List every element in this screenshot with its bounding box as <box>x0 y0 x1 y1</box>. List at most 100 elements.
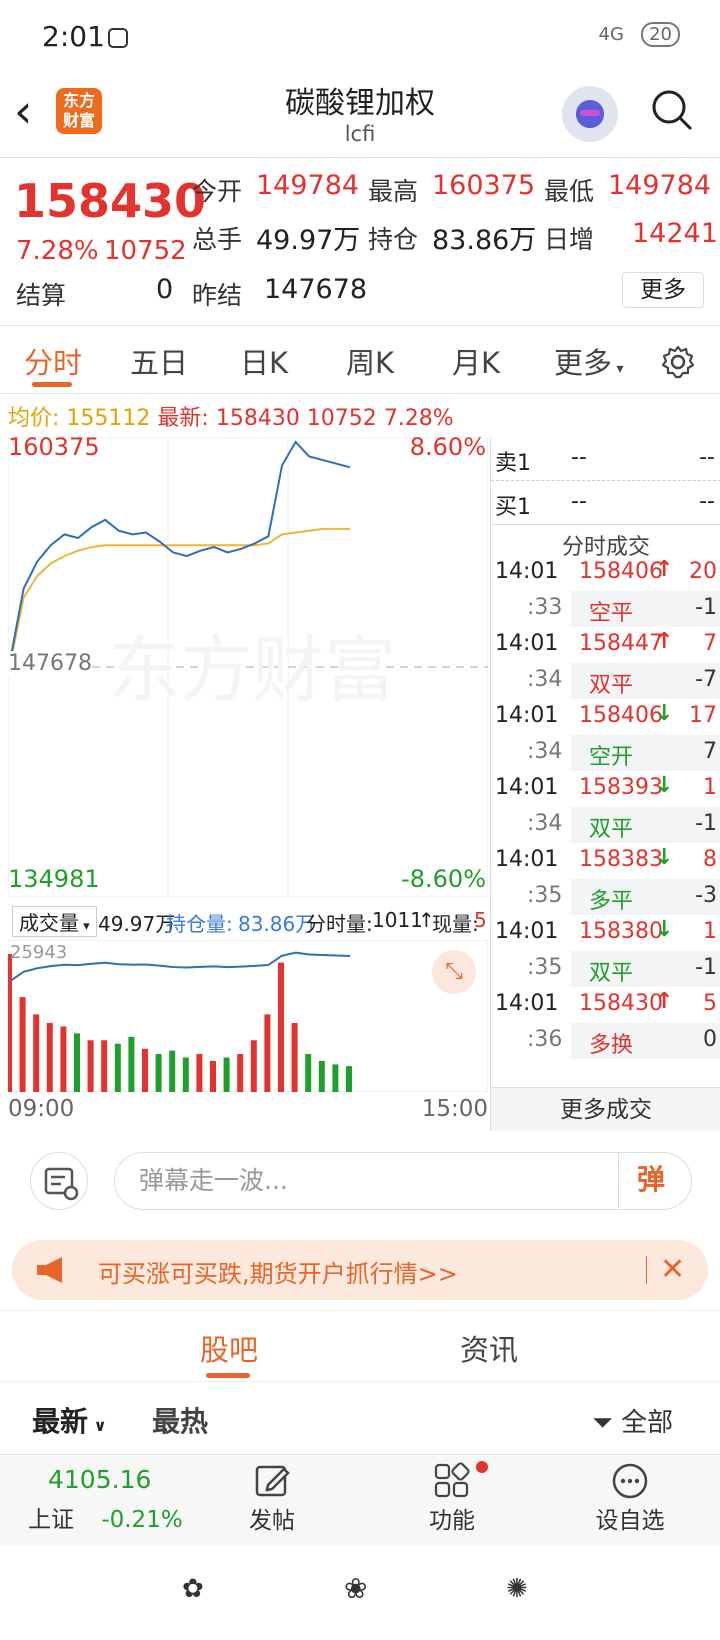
tab-more[interactable]: 更多 ▾ <box>554 340 624 382</box>
index-ticker[interactable]: 4105.16 上证 -0.21% <box>20 1465 190 1534</box>
volume-chart-svg <box>6 939 489 1093</box>
expand-icon[interactable]: ⤡ <box>432 950 476 994</box>
volume-bar <box>128 1036 135 1092</box>
tab-daily-k[interactable]: 日K <box>240 340 288 382</box>
volume-bar <box>278 962 284 1092</box>
trade-detail-row: :33 空平 -1 <box>491 591 720 628</box>
tab-news[interactable]: 资讯 <box>460 1327 518 1369</box>
add-watchlist-button[interactable]: 设自选 <box>570 1461 690 1535</box>
trade-time: 14:01 <box>495 703 559 728</box>
trade-row: 14:01 158380 ↓ 1 <box>491 915 720 952</box>
trade-delta: -1 <box>695 811 717 836</box>
trade-volume: 8 <box>703 847 717 872</box>
danmaku-input[interactable]: 弹幕走一波... <box>114 1152 692 1210</box>
change-amount: 10752 <box>104 236 187 266</box>
quote-panel: 158430 7.28% 10752 今开 149784 最高 160375 最… <box>0 158 720 326</box>
trade-second: :36 <box>527 1027 563 1052</box>
volume-selector-label: 成交量 <box>19 911 79 935</box>
filter-icon: ⏷ <box>592 1408 613 1438</box>
tab-more-label: 更多 <box>554 346 613 380</box>
trade-volume: 7 <box>703 631 717 656</box>
system-home-icon[interactable]: ❀ <box>344 1572 367 1605</box>
now-volume-label: 现量: <box>432 912 479 936</box>
system-recents-icon[interactable]: ✺ <box>506 1574 528 1604</box>
trade-type: 双平 <box>589 961 634 986</box>
intraday-price-chart[interactable]: 东方财富 160375 8.60% 147678 134981 -8.60% <box>7 433 489 898</box>
watermark: 东方财富 <box>108 628 396 712</box>
order-book-panel: 卖1 -- -- 买1 -- -- 分时成交 14:01 158406 ↑ 20:33… <box>490 437 720 1131</box>
danmaku-settings-icon[interactable] <box>30 1152 88 1210</box>
megaphone-icon <box>37 1257 62 1283</box>
lower-pct-label: -8.60% <box>401 865 486 893</box>
open-label: 今开 <box>192 177 243 206</box>
tab-weekly-k[interactable]: 周K <box>346 340 394 382</box>
trade-delta: -1 <box>695 595 717 620</box>
time-end: 15:00 <box>421 1096 488 1122</box>
danmaku-send-button[interactable]: 弹 <box>618 1152 692 1210</box>
assistant-avatar-icon[interactable] <box>562 86 618 142</box>
trade-type: 双平 <box>589 817 634 842</box>
trade-price: 158383 <box>579 847 663 872</box>
time-start: 09:00 <box>8 1096 75 1122</box>
sort-hot[interactable]: 最热 <box>152 1400 208 1440</box>
status-time: 2:01 <box>42 20 105 53</box>
mid-price-label: 147678 <box>8 651 92 676</box>
daily-inc-value: 14241 <box>632 218 718 249</box>
trade-volume: 1 <box>703 775 717 800</box>
search-icon[interactable] <box>650 88 694 132</box>
danmaku-send-label: 弹 <box>637 1163 666 1196</box>
more-trades-button[interactable]: 更多成交 <box>491 1087 720 1131</box>
settle-value: 0 <box>156 274 174 305</box>
volume-bar <box>318 1060 325 1092</box>
volume-label: 总手 <box>192 225 243 254</box>
trade-second: :34 <box>527 667 563 692</box>
post-button[interactable]: 发帖 <box>212 1461 332 1535</box>
volume-bar <box>169 1050 176 1092</box>
tab-monthly-k[interactable]: 月K <box>452 340 500 382</box>
grid-icon <box>434 1462 470 1498</box>
volume-bar <box>182 1057 189 1092</box>
volume-indicator-selector[interactable]: 成交量 ▾ <box>12 906 97 937</box>
upper-pct-label: 8.60% <box>409 433 486 461</box>
trade-delta: 0 <box>703 1027 717 1052</box>
trade-time: 14:01 <box>495 919 559 944</box>
more-quote-button[interactable]: 更多 <box>622 272 704 308</box>
trade-time: 14:01 <box>495 775 559 800</box>
trade-second: :34 <box>527 811 563 836</box>
system-back-icon[interactable]: ✿ <box>182 1574 204 1604</box>
bid-volume: -- <box>699 489 715 514</box>
volume-bar <box>155 1054 162 1092</box>
trade-row: 14:01 158430 ↑ 5 <box>491 987 720 1024</box>
gear-icon[interactable] <box>660 344 696 380</box>
volume-bar <box>101 1040 108 1092</box>
network-label: 4G <box>598 24 624 45</box>
volume-total: 49.97万 <box>98 912 176 936</box>
promo-banner[interactable]: 可买涨可买跌,期货开户抓行情>> ✕ <box>12 1240 708 1300</box>
tab-five-day[interactable]: 五日 <box>130 340 188 382</box>
volume-bar <box>74 1033 80 1092</box>
trade-type: 空开 <box>589 745 634 770</box>
bid-label: 买1 <box>495 495 531 520</box>
close-icon[interactable]: ✕ <box>660 1252 685 1287</box>
volume-top-label: 25943 <box>10 942 68 963</box>
volume-bar <box>6 954 12 1092</box>
bottom-nav: 4105.16 上证 -0.21% 发帖 功能 设自选 <box>0 1454 720 1546</box>
functions-button[interactable]: 功能 <box>392 1461 512 1535</box>
tab-intraday[interactable]: 分时 <box>24 340 82 382</box>
daily-inc-label: 日增 <box>544 225 595 254</box>
volume-chart[interactable]: 25943 ⤡ <box>6 939 489 1093</box>
trade-detail-row: :36 多换 0 <box>491 1023 720 1060</box>
community-tab-indicator <box>206 1373 250 1378</box>
sort-latest[interactable]: 最新 ∨ <box>32 1400 107 1440</box>
avg-value: 155112 <box>66 406 151 431</box>
tab-guba[interactable]: 股吧 <box>200 1327 258 1369</box>
prev-settle-value: 147678 <box>264 274 368 305</box>
danmaku-bar: 弹幕走一波... 弹 <box>0 1140 720 1240</box>
filter-label: 全部 <box>621 1408 674 1438</box>
prev-settle-label: 昨结 <box>192 281 243 310</box>
trade-direction-icon: ↑ <box>655 557 674 582</box>
trade-direction-icon: ↑ <box>655 629 674 654</box>
trade-price: 158380 <box>579 919 663 944</box>
filter-button[interactable]: ⏷ 全部 <box>592 1402 673 1439</box>
sort-latest-label: 最新 <box>32 1405 89 1438</box>
